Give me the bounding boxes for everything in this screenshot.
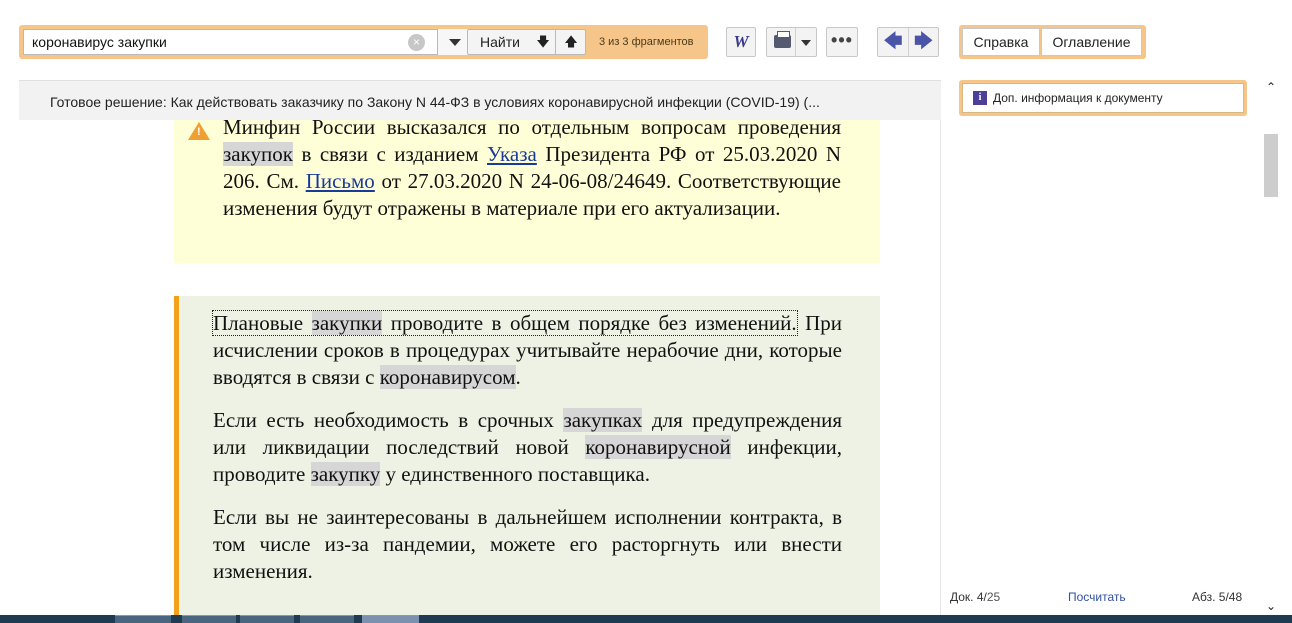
search-highlight: коронавирусной: [585, 435, 731, 459]
warning-icon: [188, 122, 210, 140]
print-separator: [795, 28, 796, 56]
taskbar-item[interactable]: [115, 615, 171, 623]
text-fragment: Если есть необходимость в срочных: [213, 408, 564, 432]
search-highlight: закупок: [223, 142, 293, 166]
document-title-bar: Готовое решение: Как действовать заказчи…: [19, 80, 941, 120]
paragraph[interactable]: Если вы не заинтересованы в дальнейшем и…: [213, 504, 842, 585]
more-icon[interactable]: •••: [826, 27, 858, 57]
panel-tabs: Справка Оглавление: [959, 25, 1146, 59]
warning-note: Минфин России высказался по отдельным во…: [174, 120, 880, 263]
history-navigation: 🡄 🡆: [877, 27, 939, 57]
word-export-icon[interactable]: W: [726, 27, 756, 57]
previous-match-icon[interactable]: 🡅: [555, 30, 586, 54]
text-fragment: у единственного поставщика.: [380, 462, 651, 486]
taskbar-item[interactable]: [240, 615, 294, 623]
paragraph-total: 48: [1228, 590, 1243, 604]
taskbar: [0, 615, 1292, 623]
solution-block: Плановые закупки проводите в общем поряд…: [174, 296, 880, 615]
paragraph[interactable]: Если есть необходимость в срочных закупк…: [213, 407, 842, 488]
chevron-down-icon[interactable]: [801, 40, 811, 46]
search-bar: × Найти 🡇 🡅 3 из 3 фрагментов: [19, 25, 708, 59]
decree-link[interactable]: Указа: [487, 142, 537, 166]
window-edge: [1280, 0, 1292, 623]
side-panel: i Доп. информация к документу: [941, 76, 1262, 615]
tab-toc[interactable]: Оглавление: [1041, 28, 1142, 56]
warning-fragment: Минфин России высказался по отдельным во…: [223, 120, 841, 139]
document-title: Готовое решение: Как действовать заказчи…: [50, 94, 820, 110]
search-highlight: коронавирусом: [379, 365, 516, 389]
search-history-dropdown-button[interactable]: [437, 29, 470, 55]
match-count: 3 из 3 фрагментов: [599, 36, 694, 48]
text-fragment: Плановые: [213, 311, 312, 335]
solution-text: Плановые закупки проводите в общем поряд…: [212, 310, 842, 601]
scroll-down-icon[interactable]: ⌄: [1262, 597, 1280, 615]
warning-fragment: в связи с изданием: [292, 142, 487, 166]
letter-link[interactable]: Письмо: [306, 169, 375, 193]
search-highlight: закупках: [563, 408, 643, 432]
search-highlight: закупки: [311, 311, 383, 335]
vertical-scrollbar[interactable]: ⌃ ⌄: [1262, 76, 1280, 615]
document-position-label: Док. 4/: [950, 590, 987, 604]
scroll-thumb[interactable]: [1264, 134, 1278, 197]
print-icon: [774, 31, 791, 48]
taskbar-item[interactable]: [300, 615, 354, 623]
count-link[interactable]: Посчитать: [1068, 589, 1126, 605]
document-total: 25: [986, 590, 1001, 604]
app-window: × Найти 🡇 🡅 3 из 3 фрагментов W ••• 🡄 🡆 …: [0, 0, 1292, 623]
scroll-up-icon[interactable]: ⌃: [1262, 78, 1280, 96]
tab-help[interactable]: Справка: [962, 28, 1040, 56]
search-input[interactable]: [32, 30, 402, 54]
next-match-icon[interactable]: 🡇: [533, 30, 553, 54]
document-body: Минфин России высказался по отдельным во…: [19, 120, 941, 615]
find-button[interactable]: Найти: [480, 30, 520, 54]
paragraph[interactable]: Плановые закупки проводите в общем поряд…: [212, 310, 842, 391]
taskbar-item[interactable]: [182, 615, 236, 623]
taskbar-item-active[interactable]: [362, 615, 419, 623]
additional-info-label: Доп. информация к документу: [993, 91, 1163, 105]
print-button[interactable]: [766, 27, 817, 57]
clear-search-icon[interactable]: ×: [408, 34, 425, 51]
warning-text: Минфин России высказался по отдельным во…: [223, 120, 841, 222]
additional-info-button[interactable]: i Доп. информация к документу: [962, 83, 1244, 113]
paragraph-position: Абз. 5/48: [1192, 589, 1242, 605]
back-arrow-icon[interactable]: 🡄: [878, 28, 908, 56]
current-sentence: Плановые закупки проводите в общем поряд…: [212, 310, 798, 336]
search-highlight: закупку: [310, 462, 381, 486]
toolbar: × Найти 🡇 🡅 3 из 3 фрагментов W ••• 🡄 🡆 …: [0, 0, 1292, 76]
info-icon: i: [973, 91, 987, 105]
text-fragment: проводите в общем порядке без изменений.: [382, 311, 797, 335]
search-field: ×: [23, 29, 483, 55]
additional-info-box: i Доп. информация к документу: [959, 80, 1247, 116]
find-group: Найти 🡇 🡅: [467, 29, 586, 55]
paragraph-position-label: Абз. 5/: [1192, 590, 1229, 604]
forward-arrow-icon[interactable]: 🡆: [908, 28, 938, 56]
text-fragment: .: [515, 365, 521, 389]
document-position: Док. 4/25: [950, 589, 1000, 605]
